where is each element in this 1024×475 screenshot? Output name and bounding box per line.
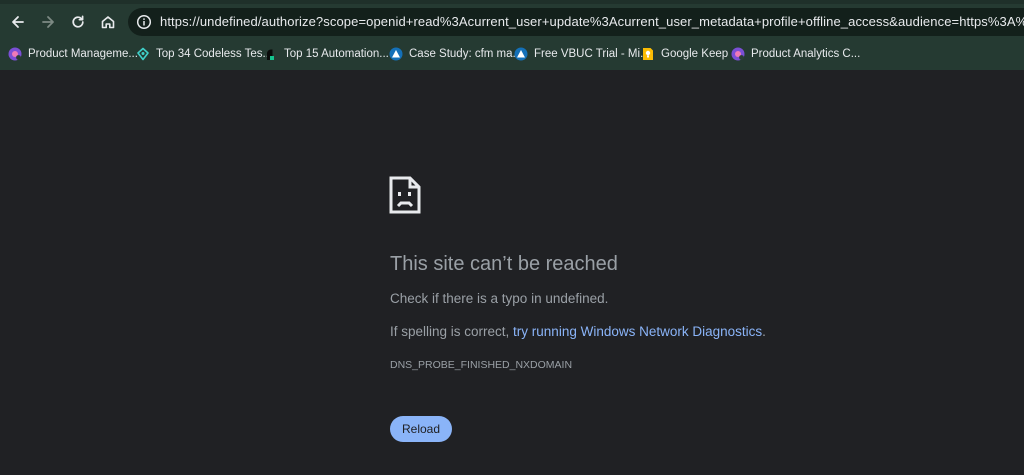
site-info-icon[interactable] [136,14,152,30]
diagnostics-hint: If spelling is correct, try running Wind… [390,324,766,339]
bookmark-product-analytics[interactable]: Product Analytics C... [731,45,860,63]
automation-icon [267,49,274,60]
reload-button[interactable]: Reload [390,416,452,442]
sad-page-icon [389,176,421,214]
case-study-icon [389,47,403,61]
network-diagnostics-link[interactable]: try running Windows Network Diagnostics [513,324,762,339]
refresh-button[interactable] [64,8,92,36]
back-button[interactable] [4,8,32,36]
product-analytics-icon [731,47,745,61]
diagnostics-prefix: If spelling is correct, [390,324,514,339]
bookmark-automation[interactable]: Top 15 Automation... [264,45,389,63]
bookmark-case-study[interactable]: Case Study: cfm ma... [389,45,522,63]
url-text[interactable]: https://undefined/authorize?scope=openid… [160,14,1024,30]
forward-button[interactable] [34,8,62,36]
home-button[interactable] [94,8,122,36]
diagnostics-suffix: . [762,324,766,339]
browser-toolbar: https://undefined/authorize?scope=openid… [0,4,1024,40]
browser-frame: https://undefined/authorize?scope=openid… [0,0,1024,70]
bookmark-product-management[interactable]: Product Manageme... [8,45,138,63]
error-code: DNS_PROBE_FINISHED_NXDOMAIN [390,359,573,371]
error-title: This site can’t be reached [390,253,618,275]
error-page: This site can’t be reached Check if ther… [0,70,1024,475]
address-bar[interactable]: https://undefined/authorize?scope=openid… [128,8,1024,36]
forward-arrow-icon [42,16,54,28]
bookmark-vbuc-trial[interactable]: Free VBUC Trial - Mi... [514,45,650,63]
back-arrow-icon [12,16,24,28]
vbuc-icon [514,47,528,61]
typo-hint: Check if there is a typo in undefined. [390,291,609,306]
bookmarks-bar: Product Manageme... Top 34 Codeless Tes.… [0,42,1024,66]
refresh-icon [72,15,84,28]
product-analytics-icon [8,47,22,61]
google-keep-icon [643,48,653,60]
bookmark-codeless-testing[interactable]: Top 34 Codeless Tes... [136,45,272,63]
bookmark-google-keep[interactable]: Google Keep [641,45,728,63]
home-icon [101,16,115,29]
codeless-icon [137,47,149,61]
